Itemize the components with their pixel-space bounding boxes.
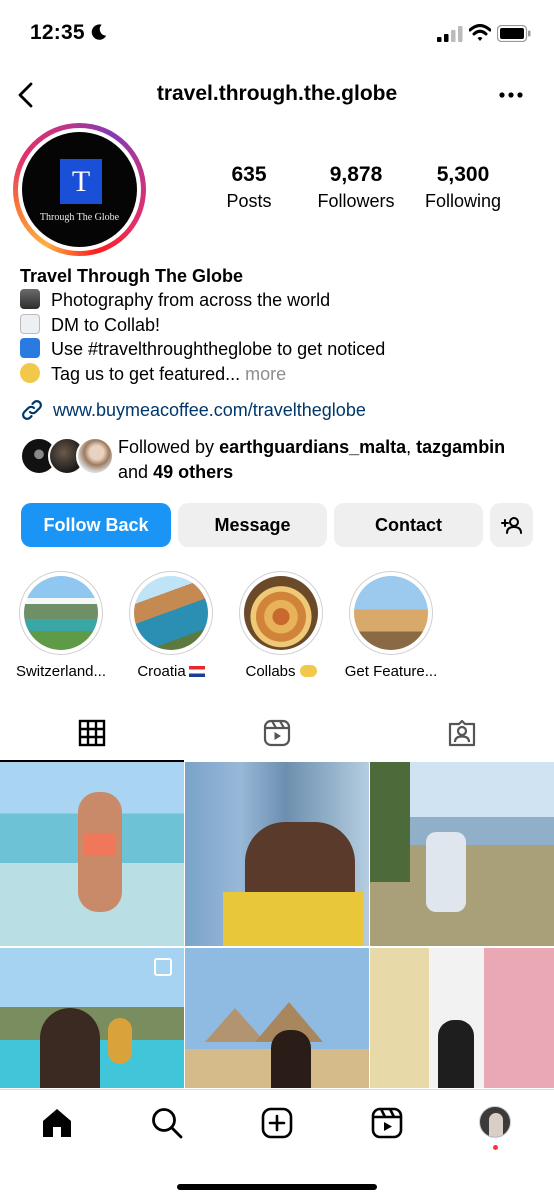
follow-back-button[interactable]: Follow Back [21, 503, 171, 547]
posts-grid [0, 762, 554, 1088]
bio-more-link[interactable]: more [245, 364, 286, 384]
contact-button[interactable]: Contact [334, 503, 483, 547]
add-user-icon [500, 517, 522, 534]
profile-avatar[interactable]: T Through The Globe [13, 123, 146, 256]
link-icon [22, 400, 42, 420]
profile-bio: Travel Through The Globe Photography fro… [20, 264, 540, 386]
highlight-label: Get Feature... [344, 663, 438, 680]
handshake-emoji-icon [299, 665, 317, 677]
highlight-label: Croatia [116, 663, 226, 680]
profile-nav-avatar[interactable] [479, 1106, 511, 1138]
profile-tabs [0, 710, 554, 762]
highlight-get-featured[interactable]: Get Feature... [336, 571, 446, 680]
mutual-avatar [76, 437, 114, 475]
highlight-collabs[interactable]: Collabs [226, 571, 336, 680]
wifi-icon [469, 24, 491, 41]
bio-line: Tag us to get featured... more [20, 362, 540, 386]
highlight-label: Switzerland... [15, 663, 107, 680]
post-thumbnail[interactable] [370, 762, 554, 946]
tab-tagged[interactable] [370, 710, 554, 762]
logo-letter: T [71, 165, 91, 198]
stat-value: 5,300 [436, 163, 490, 186]
status-bar: 12:35 [0, 0, 554, 66]
highlight-cover [24, 576, 98, 650]
notification-dot [493, 1145, 498, 1150]
bio-line: Photography from across the world [20, 288, 540, 312]
search-icon[interactable] [150, 1106, 184, 1140]
profile-username: travel.through.the.globe [156, 82, 398, 105]
post-thumbnail[interactable] [185, 762, 369, 946]
tab-posts-grid[interactable] [0, 710, 184, 762]
reels-icon [263, 719, 291, 747]
highlight-label: Collabs [226, 663, 336, 680]
stat-value: 9,878 [329, 163, 383, 186]
avatar-image: T Through The Globe [22, 132, 137, 247]
envelope-emoji-icon [20, 313, 40, 334]
post-thumbnail[interactable] [0, 762, 184, 946]
home-indicator [177, 1184, 377, 1190]
profile-display-name: Travel Through The Globe [20, 266, 244, 286]
multiple-photos-icon [154, 958, 172, 976]
more-options-icon[interactable] [498, 84, 524, 106]
create-post-icon[interactable] [260, 1106, 294, 1140]
bio-link-text[interactable]: www.buymeacoffee.com/traveltheglobe [53, 400, 366, 421]
suggested-users-button[interactable] [490, 503, 533, 547]
stat-following[interactable]: 5,300 Following [414, 163, 512, 212]
highlight-cover [134, 576, 208, 650]
post-thumbnail[interactable] [370, 948, 554, 1088]
message-button[interactable]: Message [178, 503, 327, 547]
highlight-croatia[interactable]: Croatia [116, 571, 226, 680]
folded-hands-emoji-icon [20, 362, 40, 383]
logo-caption: Through The Globe [39, 212, 120, 223]
stat-label: Following [424, 191, 502, 211]
mutual-user-link[interactable]: tazgambin [416, 437, 505, 457]
grid-icon [78, 719, 106, 747]
highlight-switzerland[interactable]: Switzerland... [6, 571, 116, 680]
home-icon[interactable] [40, 1106, 74, 1140]
stat-followers[interactable]: 9,878 Followers [306, 163, 406, 212]
followed-by-text[interactable]: Followed by earthguardians_malta, tazgam… [118, 435, 538, 485]
camera-flash-emoji-icon [20, 289, 40, 310]
tab-reels[interactable] [184, 710, 370, 762]
highlight-cover [354, 576, 428, 650]
highlight-cover [244, 576, 318, 650]
stat-posts[interactable]: 635 Posts [209, 163, 289, 212]
profile-header: travel.through.the.globe [0, 74, 554, 118]
stat-label: Followers [317, 191, 395, 211]
right-arrow-emoji-icon [20, 338, 40, 359]
moon-icon [91, 24, 107, 40]
tagged-person-icon [448, 719, 476, 747]
post-thumbnail[interactable] [0, 948, 184, 1088]
mutual-user-link[interactable]: earthguardians_malta [219, 437, 406, 457]
signal-icon [437, 26, 463, 42]
status-time: 12:35 [30, 21, 85, 44]
mutual-followers-avatars[interactable] [20, 437, 114, 477]
stat-label: Posts [226, 191, 272, 211]
post-thumbnail[interactable] [185, 948, 369, 1088]
bio-line: DM to Collab! [20, 313, 540, 337]
bottom-navigation [0, 1089, 554, 1200]
mutual-others-link[interactable]: 49 others [153, 462, 233, 482]
croatia-flag-icon [188, 666, 205, 677]
stat-value: 635 [231, 163, 267, 186]
brand-logo: T [60, 159, 102, 204]
bio-line: Use #travelthroughtheglobe to get notice… [20, 337, 540, 361]
battery-icon [497, 25, 531, 42]
reels-nav-icon[interactable] [370, 1106, 404, 1140]
